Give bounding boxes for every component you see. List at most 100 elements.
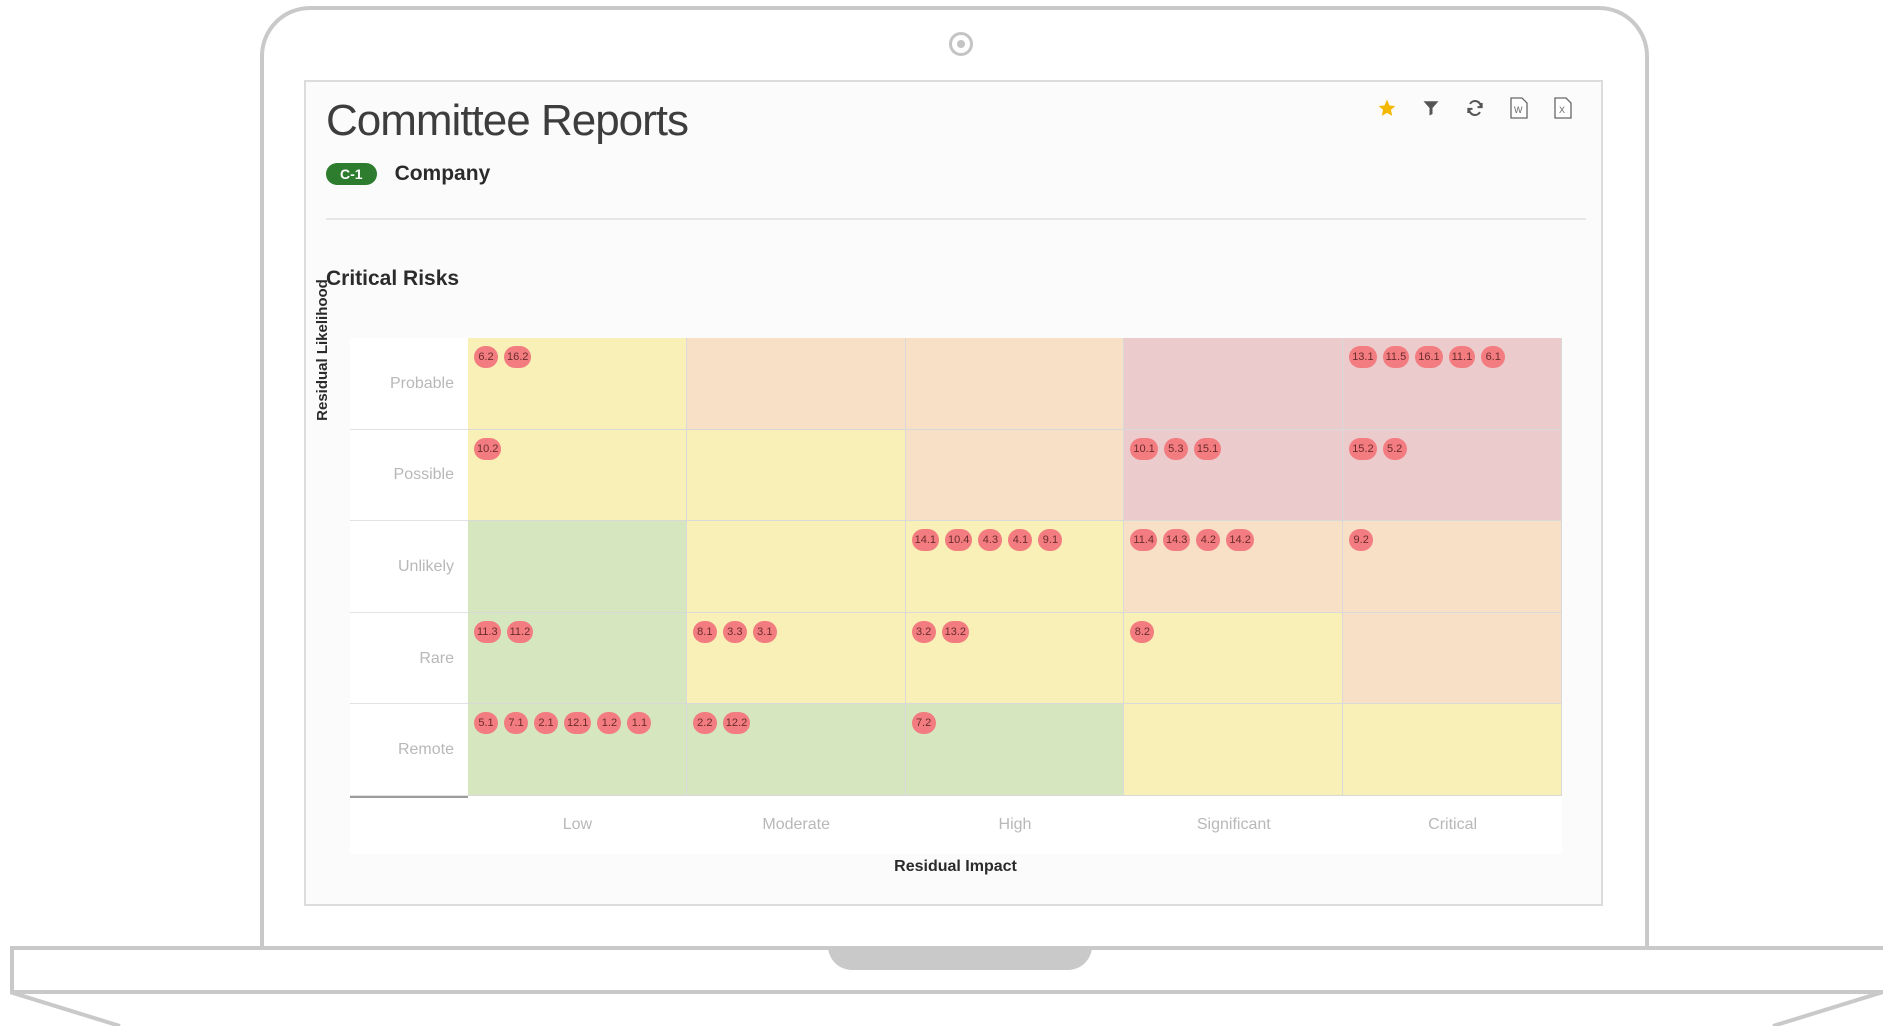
heatmap-cell[interactable]: 3.2 13.2 (905, 612, 1125, 705)
heatmap-cell[interactable] (905, 338, 1125, 430)
risk-marker[interactable]: 2.2 (692, 712, 717, 735)
risk-marker[interactable]: 10.1 (1130, 437, 1158, 460)
heatmap-cell[interactable]: 7.2 (905, 704, 1125, 796)
risk-marker[interactable]: 15.2 (1349, 437, 1377, 460)
risk-marker[interactable]: 6.1 (1481, 346, 1506, 368)
heatmap-cell[interactable]: 11.3 11.2 (468, 612, 687, 705)
risk-marker-group: 14.1 10.4 4.3 4.1 9.1 (911, 529, 1063, 552)
heatmap-cell[interactable]: 13.1 11.5 16.1 11.1 6.1 (1343, 338, 1562, 430)
heatmap-cell[interactable] (905, 429, 1125, 522)
risk-marker[interactable]: 12.2 (722, 712, 751, 735)
row-label: Unlikely (397, 558, 454, 575)
page-title: Committee Reports (326, 96, 689, 145)
heatmap-cell[interactable] (468, 521, 687, 613)
heatmap-cell[interactable]: 8.2 (1124, 612, 1344, 705)
risk-marker[interactable]: 1.2 (597, 712, 622, 735)
risk-marker[interactable]: 3.1 (752, 620, 777, 643)
heatmap-cell[interactable]: 15.2 5.2 (1343, 429, 1562, 522)
divider (326, 218, 1586, 220)
entity-row: C-1 Company (326, 162, 490, 186)
heatmap-cell[interactable]: 14.1 10.4 4.3 4.1 9.1 (905, 521, 1125, 613)
row-label: Probable (389, 374, 454, 392)
heatmap-cell[interactable]: 9.2 (1343, 521, 1562, 613)
star-icon[interactable] (1375, 96, 1399, 120)
risk-marker[interactable]: 8.1 (692, 620, 717, 643)
svg-text:W: W (1514, 105, 1523, 115)
laptop-notch (828, 946, 1092, 970)
risk-marker[interactable]: 2.1 (534, 712, 558, 735)
filter-icon[interactable] (1419, 96, 1443, 120)
risk-marker[interactable]: 5.3 (1163, 437, 1188, 460)
risk-marker[interactable]: 14.2 (1226, 529, 1254, 552)
risk-marker[interactable]: 9.1 (1038, 529, 1063, 552)
risk-marker[interactable]: 11.1 (1448, 346, 1476, 368)
risk-marker[interactable]: 13.2 (941, 620, 970, 643)
row-label: Remote (397, 741, 454, 759)
heatmap-cell[interactable]: 8.1 3.3 3.1 (686, 612, 906, 705)
heatmap-cell[interactable] (1124, 704, 1344, 796)
risk-marker[interactable]: 11.4 (1130, 529, 1157, 552)
heatmap-cell[interactable]: 11.4 14.3 4.2 14.2 (1124, 521, 1344, 613)
risk-marker-group: 10.1 5.3 15.1 (1130, 437, 1222, 460)
axis-line (350, 796, 468, 798)
risk-marker[interactable]: 16.2 (504, 346, 532, 368)
risk-marker[interactable]: 15.1 (1193, 437, 1222, 460)
heatmap-cell[interactable] (686, 429, 906, 522)
row-label: Rare (419, 649, 454, 667)
heatmap-cell[interactable]: 10.2 (468, 429, 687, 522)
risk-marker[interactable]: 10.2 (474, 437, 502, 460)
risk-marker[interactable]: 14.3 (1162, 529, 1191, 552)
risk-marker[interactable]: 1.1 (627, 712, 652, 735)
risk-marker[interactable]: 11.2 (506, 620, 534, 643)
x-axis-title: Residual Impact (894, 858, 1017, 875)
column-label: Critical (1428, 816, 1478, 833)
risk-marker-group: 7.2 (911, 712, 936, 735)
svg-text:X: X (1559, 105, 1565, 115)
risk-marker[interactable]: 9.2 (1349, 529, 1374, 552)
risk-marker-group: 11.3 11.2 (474, 620, 534, 643)
risk-marker[interactable]: 10.4 (945, 529, 973, 552)
risk-marker[interactable]: 4.2 (1196, 529, 1221, 552)
y-axis-title: Residual Likelihood (314, 279, 331, 421)
risk-marker[interactable]: 5.2 (1382, 437, 1407, 460)
refresh-icon[interactable] (1463, 96, 1487, 120)
word-export-icon[interactable]: W (1507, 96, 1531, 120)
camera-icon (949, 32, 973, 56)
risk-marker[interactable]: 5.1 (474, 712, 498, 735)
row-divider (350, 703, 468, 705)
toolbar: W X (1375, 96, 1575, 120)
risk-marker[interactable]: 4.1 (1008, 529, 1033, 552)
risk-heatmap: 6.2 16.2 13.1 11.5 16.1 11.1 6.1 10.2 10.1 5.3 15.… (468, 338, 1562, 796)
risk-marker[interactable]: 8.2 (1130, 620, 1155, 643)
risk-marker[interactable]: 16.1 (1415, 346, 1443, 368)
heatmap-cell[interactable] (686, 521, 906, 613)
risk-marker[interactable]: 13.1 (1349, 346, 1377, 368)
risk-marker[interactable]: 7.2 (911, 712, 936, 735)
row-divider (350, 611, 468, 613)
heatmap-cell[interactable]: 5.1 7.1 2.1 12.1 1.2 1.1 (468, 704, 687, 796)
risk-marker[interactable]: 3.2 (911, 620, 936, 643)
excel-export-icon[interactable]: X (1551, 96, 1575, 120)
risk-marker-group: 9.2 (1349, 529, 1374, 552)
heatmap-cell[interactable]: 10.1 5.3 15.1 (1124, 429, 1344, 522)
risk-marker-group: 6.2 16.2 (474, 346, 532, 368)
risk-marker[interactable]: 12.1 (564, 712, 592, 735)
heatmap-cell[interactable] (686, 338, 906, 430)
risk-marker[interactable]: 14.1 (911, 529, 940, 552)
heatmap-cell[interactable] (1343, 612, 1562, 705)
entity-label: Company (394, 162, 491, 185)
risk-marker[interactable]: 6.2 (474, 346, 498, 368)
risk-marker[interactable]: 7.1 (504, 712, 528, 735)
row-divider (350, 428, 468, 430)
risk-marker[interactable]: 11.3 (474, 620, 501, 643)
heatmap-cell[interactable] (1124, 338, 1344, 430)
heatmap-cell[interactable]: 6.2 16.2 (468, 338, 687, 430)
risk-marker[interactable]: 4.3 (978, 529, 1003, 552)
heatmap-cell[interactable] (1343, 704, 1562, 796)
laptop-base-lip (10, 992, 1883, 1026)
heatmap-cell[interactable]: 2.2 12.2 (686, 704, 906, 796)
section-title: Critical Risks (326, 267, 460, 290)
risk-marker[interactable]: 3.3 (722, 620, 747, 643)
risk-marker[interactable]: 11.5 (1382, 346, 1410, 368)
app-window: Committee Reports W X C-1 Company Critic… (304, 80, 1603, 906)
